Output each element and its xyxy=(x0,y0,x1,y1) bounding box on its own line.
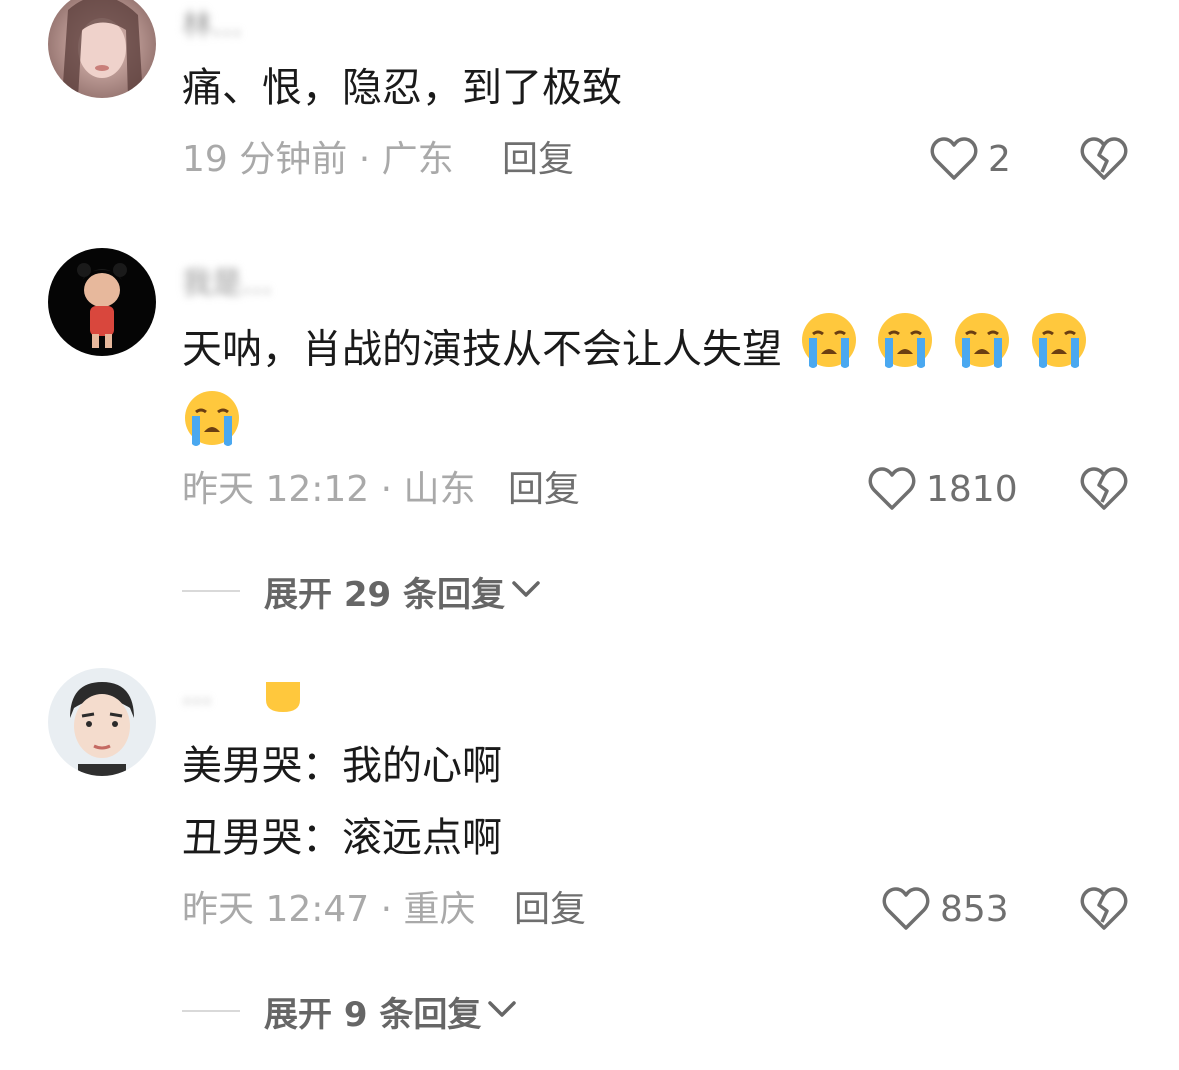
like-heart-icon[interactable] xyxy=(882,886,930,936)
badge-icon xyxy=(262,676,304,720)
like-count: 853 xyxy=(940,889,1009,930)
divider xyxy=(182,1010,240,1012)
avatar[interactable] xyxy=(48,0,156,98)
avatar[interactable] xyxy=(48,668,156,776)
dislike-broken-heart-icon[interactable] xyxy=(1080,466,1128,516)
like-heart-icon[interactable] xyxy=(868,466,916,516)
like-count: 2 xyxy=(988,139,1011,180)
comment-meta: 昨天 12:12 · 山东 xyxy=(182,469,476,510)
reply-button[interactable]: 回复 xyxy=(502,135,574,185)
chevron-down-icon xyxy=(511,579,541,603)
comment-meta: 19 分钟前 · 广东 xyxy=(182,139,454,180)
expand-replies-button[interactable]: 展开 29 条回复 xyxy=(182,566,541,616)
avatar[interactable] xyxy=(48,248,156,356)
reply-button[interactable]: 回复 xyxy=(508,465,580,515)
comment-text: 痛、恨，隐忍，到了极致 xyxy=(182,65,622,111)
comment-meta: 昨天 12:47 · 重庆 xyxy=(182,889,476,930)
crying-face-emoji xyxy=(799,310,859,393)
expand-replies-button[interactable]: 展开 9 条回复 xyxy=(182,986,517,1036)
like-count: 1810 xyxy=(926,469,1018,510)
chevron-down-icon xyxy=(487,999,517,1023)
expand-replies-label: 展开 9 条回复 xyxy=(264,994,482,1035)
expand-replies-label: 展开 29 条回复 xyxy=(264,574,505,615)
like-heart-icon[interactable] xyxy=(930,136,978,186)
username[interactable]: 林… xyxy=(182,0,242,43)
crying-face-emoji xyxy=(875,310,935,393)
comment-text: 丑男哭：滚远点啊 xyxy=(182,815,502,861)
comment-text: 天呐，肖战的演技从不会让人失望 xyxy=(182,310,1089,393)
divider xyxy=(182,590,240,592)
username[interactable]: … xyxy=(182,676,212,716)
comment-text: 美男哭：我的心啊 xyxy=(182,743,502,789)
crying-face-emoji xyxy=(1029,310,1089,393)
username[interactable]: 我是… xyxy=(182,258,272,301)
crying-face-emoji xyxy=(182,388,242,452)
dislike-broken-heart-icon[interactable] xyxy=(1080,136,1128,186)
reply-button[interactable]: 回复 xyxy=(514,885,586,935)
crying-face-emoji xyxy=(952,310,1012,393)
comment-text-body: 天呐，肖战的演技从不会让人失望 xyxy=(182,326,782,373)
dislike-broken-heart-icon[interactable] xyxy=(1080,886,1128,936)
